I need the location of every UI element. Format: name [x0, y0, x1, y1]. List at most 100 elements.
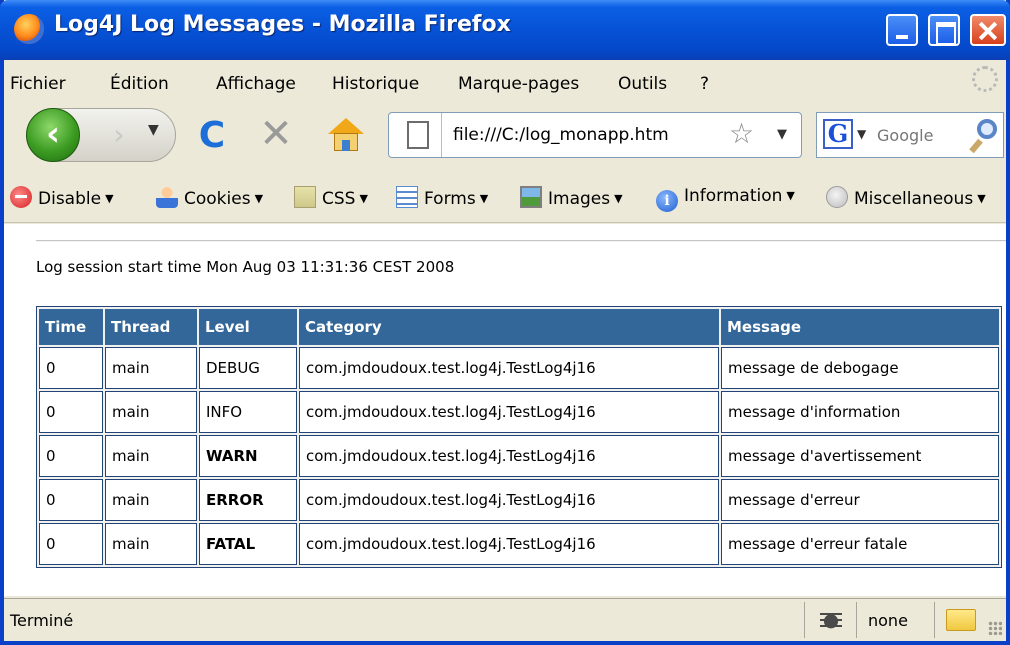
- stop-icon: ✕: [259, 111, 293, 157]
- cell-time: 0: [39, 347, 103, 389]
- throbber-icon: [972, 66, 998, 92]
- horizontal-rule: [36, 240, 1006, 242]
- window-title: Log4J Log Messages - Mozilla Firefox: [54, 12, 511, 37]
- cell-category: com.jmdoudoux.test.log4j.TestLog4j16: [299, 435, 719, 477]
- dev-miscellaneous-menu[interactable]: Miscellaneous ▼: [826, 186, 986, 209]
- reload-icon: C: [198, 115, 226, 156]
- cell-category: com.jmdoudoux.test.log4j.TestLog4j16: [299, 347, 719, 389]
- cell-level: DEBUG: [199, 347, 297, 389]
- dev-information-menu[interactable]: i Information ▼: [656, 186, 795, 212]
- title-bar: Log4J Log Messages - Mozilla Firefox: [0, 0, 1010, 60]
- table-row: 0 main WARN com.jmdoudoux.test.log4j.Tes…: [39, 435, 999, 477]
- stop-button[interactable]: ✕: [256, 114, 296, 154]
- search-icon: [977, 119, 997, 139]
- cell-level: INFO: [199, 391, 297, 433]
- search-button[interactable]: [969, 117, 1003, 154]
- cell-thread: main: [105, 435, 197, 477]
- header-level: Level: [199, 309, 297, 345]
- miscellaneous-icon: [826, 186, 848, 208]
- url-text[interactable]: file:///C:/log_monapp.htm: [453, 125, 669, 145]
- page-icon: [407, 121, 429, 149]
- folder-icon[interactable]: [946, 609, 976, 631]
- cell-thread: main: [105, 523, 197, 565]
- cell-time: 0: [39, 523, 103, 565]
- menu-help[interactable]: ?: [700, 74, 709, 94]
- cell-message: message d'erreur fatale: [721, 523, 999, 565]
- log-table: Time Thread Level Category Message 0 mai…: [36, 306, 1002, 568]
- status-text: Terminé: [10, 611, 74, 630]
- information-icon: i: [656, 190, 678, 212]
- cell-message: message d'avertissement: [721, 435, 999, 477]
- firebug-icon[interactable]: [818, 607, 844, 633]
- home-button[interactable]: [326, 116, 366, 156]
- history-dropdown-button[interactable]: ▼: [148, 122, 159, 138]
- cell-message: message de debogage: [721, 347, 999, 389]
- cell-time: 0: [39, 435, 103, 477]
- url-bar[interactable]: file:///C:/log_monapp.htm ☆ ▼: [388, 112, 802, 158]
- reload-button[interactable]: C: [192, 116, 232, 156]
- cell-level: FATAL: [199, 523, 297, 565]
- disable-icon: [10, 186, 32, 208]
- firefox-logo-icon: [14, 14, 44, 44]
- cell-level: ERROR: [199, 479, 297, 521]
- table-header-row: Time Thread Level Category Message: [39, 309, 999, 345]
- dev-disable-menu[interactable]: Disable ▼: [10, 186, 114, 209]
- forms-icon: [396, 186, 418, 208]
- dev-cookies-menu[interactable]: Cookies ▼: [156, 186, 263, 209]
- session-start-text: Log session start time Mon Aug 03 11:31:…: [36, 258, 455, 276]
- search-bar: G ▼: [816, 112, 1004, 158]
- url-dropdown-button[interactable]: ▼: [777, 127, 787, 142]
- table-row: 0 main FATAL com.jmdoudoux.test.log4j.Te…: [39, 523, 999, 565]
- maximize-button[interactable]: [928, 14, 960, 46]
- home-icon: [328, 118, 364, 134]
- cell-level: WARN: [199, 435, 297, 477]
- header-time: Time: [39, 309, 103, 345]
- menu-marque-pages[interactable]: Marque-pages: [458, 74, 579, 94]
- menu-fichier[interactable]: Fichier: [10, 74, 66, 94]
- dev-forms-menu[interactable]: Forms ▼: [396, 186, 488, 209]
- google-icon[interactable]: G: [823, 119, 853, 149]
- cell-message: message d'information: [721, 391, 999, 433]
- images-icon: [520, 186, 542, 208]
- menu-outils[interactable]: Outils: [618, 74, 667, 94]
- cell-time: 0: [39, 391, 103, 433]
- dev-images-menu[interactable]: Images ▼: [520, 186, 623, 209]
- menu-edition[interactable]: Édition: [110, 74, 169, 94]
- cell-category: com.jmdoudoux.test.log4j.TestLog4j16: [299, 523, 719, 565]
- back-arrow-icon: ‹: [45, 114, 60, 154]
- header-message: Message: [721, 309, 999, 345]
- css-icon: [294, 186, 316, 208]
- menu-historique[interactable]: Historique: [332, 74, 419, 94]
- header-category: Category: [299, 309, 719, 345]
- search-input[interactable]: [877, 126, 967, 145]
- zone-status: none: [868, 611, 908, 630]
- table-row: 0 main DEBUG com.jmdoudoux.test.log4j.Te…: [39, 347, 999, 389]
- bookmark-star-icon[interactable]: ☆: [729, 119, 754, 149]
- table-row: 0 main ERROR com.jmdoudoux.test.log4j.Te…: [39, 479, 999, 521]
- menu-affichage[interactable]: Affichage: [216, 74, 296, 94]
- cell-message: message d'erreur: [721, 479, 999, 521]
- back-button[interactable]: ‹: [26, 108, 80, 162]
- table-row: 0 main INFO com.jmdoudoux.test.log4j.Tes…: [39, 391, 999, 433]
- minimize-button[interactable]: [886, 14, 918, 46]
- status-bar: Terminé none: [4, 598, 1006, 641]
- cell-category: com.jmdoudoux.test.log4j.TestLog4j16: [299, 391, 719, 433]
- cell-thread: main: [105, 391, 197, 433]
- page-content: Log session start time Mon Aug 03 11:31:…: [4, 224, 1006, 596]
- forward-button[interactable]: ›: [100, 116, 138, 154]
- browser-window: Log4J Log Messages - Mozilla Firefox Fic…: [0, 0, 1010, 645]
- close-button[interactable]: [970, 14, 1006, 46]
- navigation-toolbar: ‹ › ▼ C ✕ file:///C:/log_monapp.htm ☆ ▼ …: [4, 104, 1006, 168]
- forward-arrow-icon: ›: [113, 118, 125, 151]
- web-developer-toolbar: Disable ▼ Cookies ▼ CSS ▼ Forms ▼ Images ▼ iI…: [4, 176, 1006, 220]
- search-engine-dropdown[interactable]: ▼: [857, 127, 866, 141]
- resize-grip[interactable]: [988, 621, 1002, 635]
- cell-category: com.jmdoudoux.test.log4j.TestLog4j16: [299, 479, 719, 521]
- menu-bar: Fichier Édition Affichage Historique Mar…: [4, 60, 1006, 102]
- cookies-icon: [156, 186, 178, 208]
- dev-css-menu[interactable]: CSS ▼: [294, 186, 368, 209]
- header-thread: Thread: [105, 309, 197, 345]
- cell-thread: main: [105, 479, 197, 521]
- cell-thread: main: [105, 347, 197, 389]
- cell-time: 0: [39, 479, 103, 521]
